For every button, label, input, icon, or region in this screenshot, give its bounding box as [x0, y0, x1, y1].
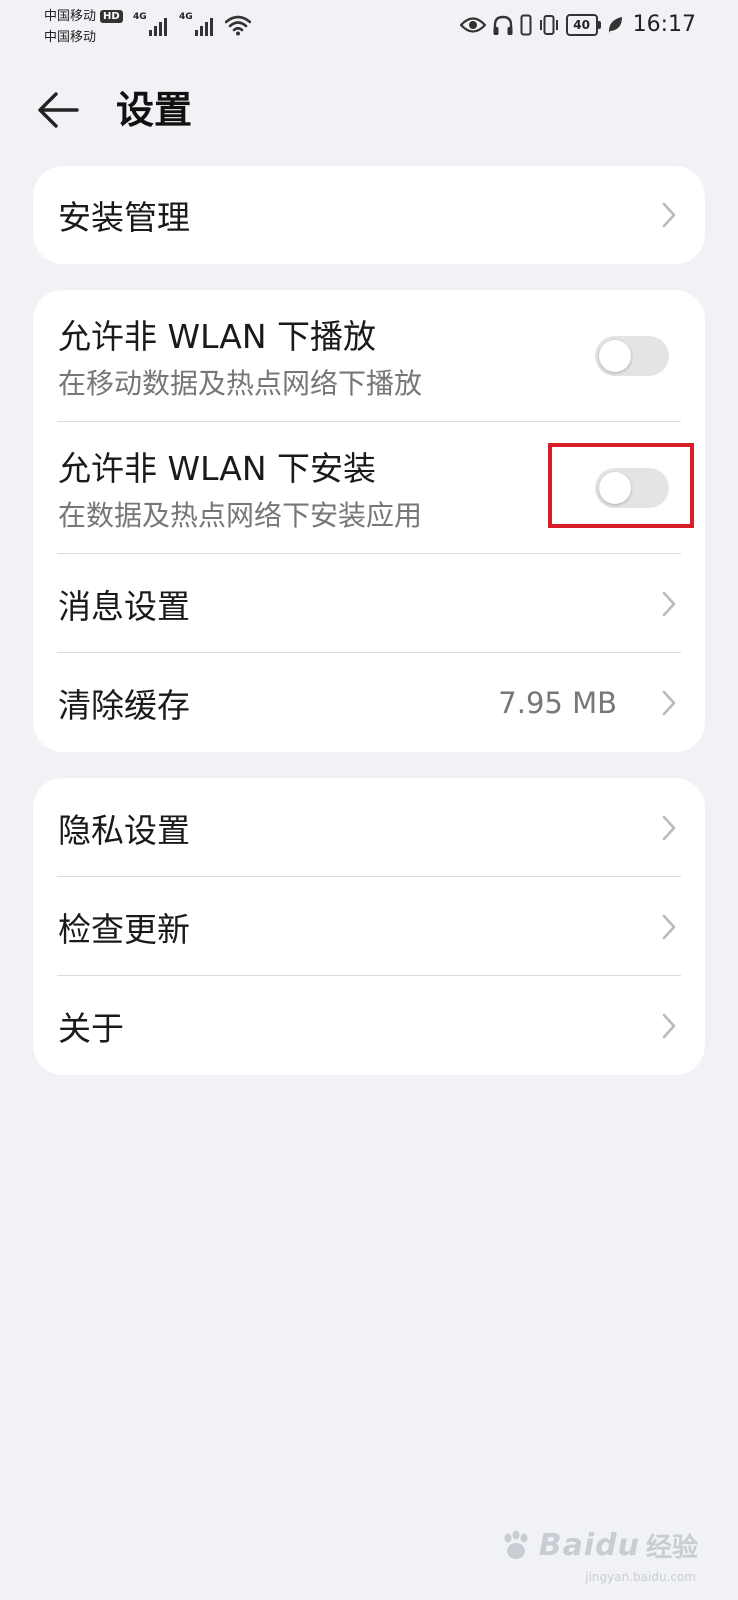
back-arrow-icon — [38, 92, 79, 128]
clear-cache-label: 清除缓存 — [58, 685, 190, 725]
allow-play-item: 允许非 WLAN 下播放 在移动数据及热点网络下播放 — [33, 290, 705, 422]
signal-indicators: 4G 4G — [133, 12, 251, 36]
battery-icon: 40 — [565, 13, 601, 36]
hd-badge: HD — [100, 10, 123, 23]
allow-play-label: 允许非 WLAN 下播放 — [58, 317, 377, 356]
carrier-1-name: 中国移动 — [44, 9, 97, 24]
battery-level: 40 — [565, 13, 598, 36]
about-label: 关于 — [58, 1008, 124, 1048]
privacy-settings-item[interactable]: 隐私设置 — [33, 778, 705, 877]
privacy-settings-label: 隐私设置 — [58, 810, 190, 850]
install-card: 安装管理 — [33, 166, 705, 264]
chevron-right-icon — [662, 815, 676, 840]
message-settings-label: 消息设置 — [58, 586, 190, 626]
page-title: 设置 — [116, 88, 193, 132]
status-bar: 中国移动 HD 中国移动 4G 4G 40 16:17 — [0, 0, 738, 52]
allow-play-sublabel: 在移动数据及热点网络下播放 — [58, 367, 423, 400]
signal-1-label: 4G — [133, 12, 147, 22]
install-management-label: 安装管理 — [58, 198, 190, 237]
carrier-2-name: 中国移动 — [44, 30, 97, 45]
signal-2-label: 4G — [179, 12, 193, 22]
back-button[interactable] — [34, 86, 82, 134]
message-settings-item[interactable]: 消息设置 — [33, 554, 705, 653]
chevron-right-icon — [662, 1013, 676, 1038]
check-updates-item[interactable]: 检查更新 — [33, 877, 705, 976]
highlight-annotation-box — [548, 443, 694, 528]
phone-icon — [520, 14, 532, 35]
cache-size-value: 7.95 MB — [498, 685, 617, 720]
chevron-right-icon — [662, 914, 676, 939]
signal-2-icon: 4G — [179, 12, 213, 36]
watermark-brand: Baidu — [538, 1528, 640, 1563]
app-header: 设置 — [0, 78, 738, 142]
clear-cache-item[interactable]: 清除缓存 7.95 MB — [33, 653, 705, 752]
signal-1-icon: 4G — [133, 12, 167, 36]
install-management-item[interactable]: 安装管理 — [33, 166, 705, 264]
status-right-icons: 40 16:17 — [459, 12, 696, 37]
carrier-info: 中国移动 HD 中国移动 — [44, 6, 123, 48]
general-card: 隐私设置 检查更新 关于 — [33, 778, 705, 1075]
watermark-brand-cn: 经验 — [645, 1533, 698, 1563]
baidu-watermark: Baidu 经验 — [499, 1527, 698, 1564]
paw-icon — [504, 1530, 528, 1559]
watermark-url: jingyan.baidu.com — [585, 1570, 696, 1584]
eye-icon — [459, 16, 486, 33]
check-updates-label: 检查更新 — [58, 909, 190, 949]
allow-install-label: 允许非 WLAN 下安装 — [58, 449, 377, 488]
chevron-right-icon — [662, 690, 676, 715]
leaf-icon — [608, 16, 622, 33]
vibrate-icon — [539, 14, 558, 35]
clock: 16:17 — [632, 12, 696, 37]
about-item[interactable]: 关于 — [33, 976, 705, 1075]
headphones-icon — [493, 15, 513, 35]
chevron-right-icon — [662, 202, 676, 228]
wifi-icon — [225, 15, 251, 36]
allow-play-toggle[interactable] — [595, 336, 669, 376]
allow-install-sublabel: 在数据及热点网络下安装应用 — [58, 499, 423, 532]
chevron-right-icon — [662, 591, 676, 616]
